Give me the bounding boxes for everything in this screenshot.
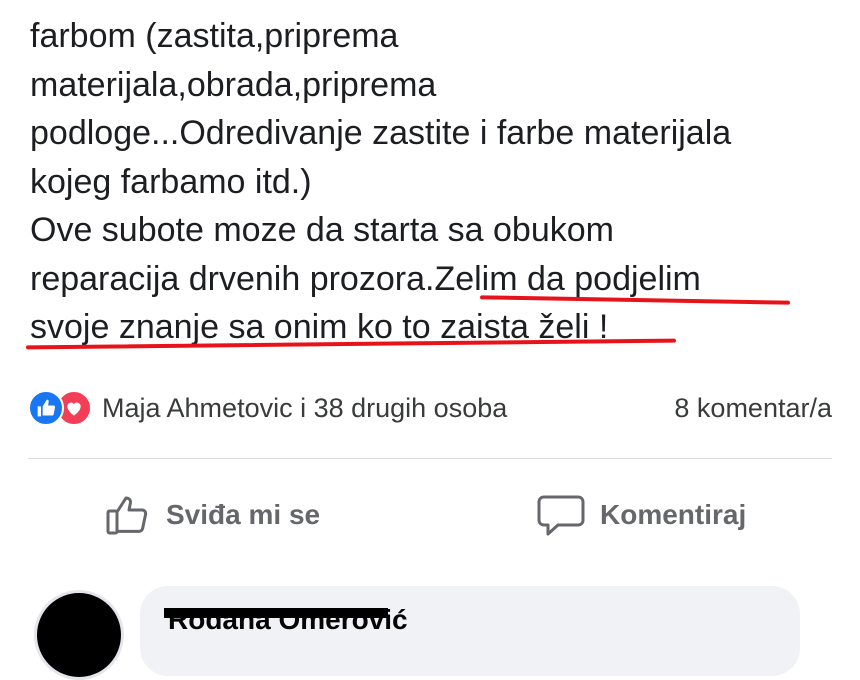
avatar[interactable] <box>34 590 124 680</box>
comment-icon <box>537 495 585 536</box>
comments-count[interactable]: 8 komentar/a <box>674 393 832 424</box>
comment-button[interactable]: Komentiraj <box>536 480 746 550</box>
post-line: Ove subote moze da starta sa obukom <box>30 211 614 249</box>
post-line: materijala,obrada,priprema <box>30 65 437 104</box>
post-line: reparacija drvenih prozora.Zelim da podj… <box>30 255 840 304</box>
post-line: kojeg farbamo itd.) <box>30 162 312 201</box>
reactions-summary[interactable]: Maja Ahmetovic i 38 drugih osoba <box>28 390 507 426</box>
reaction-icons <box>28 390 92 426</box>
like-icon <box>28 390 64 426</box>
comment-button-label: Komentiraj <box>600 499 747 530</box>
comment: Rodana Omerović <box>0 580 860 680</box>
highlighted-phrase: Zelim da podjelim <box>434 259 701 298</box>
redaction-bar <box>164 608 388 618</box>
post-line-part: reparacija drvenih prozora. <box>30 259 435 298</box>
reactions-text[interactable]: Maja Ahmetovic i 38 drugih osoba <box>102 393 507 424</box>
post-line: podloge...Odredivanje zastite i farbe ma… <box>30 114 732 152</box>
like-button[interactable]: Sviđa mi se <box>104 480 320 550</box>
comment-bubble[interactable]: Rodana Omerović <box>140 586 800 676</box>
reactions-bar[interactable]: Maja Ahmetovic i 38 drugih osoba 8 komen… <box>28 388 832 428</box>
post-actions: Sviđa mi se Komentiraj <box>0 480 860 550</box>
divider <box>28 458 832 459</box>
like-button-label: Sviđa mi se <box>166 499 321 530</box>
post-line: farbom (zastita,priprema <box>30 17 399 55</box>
thumbs-up-icon <box>106 496 148 535</box>
